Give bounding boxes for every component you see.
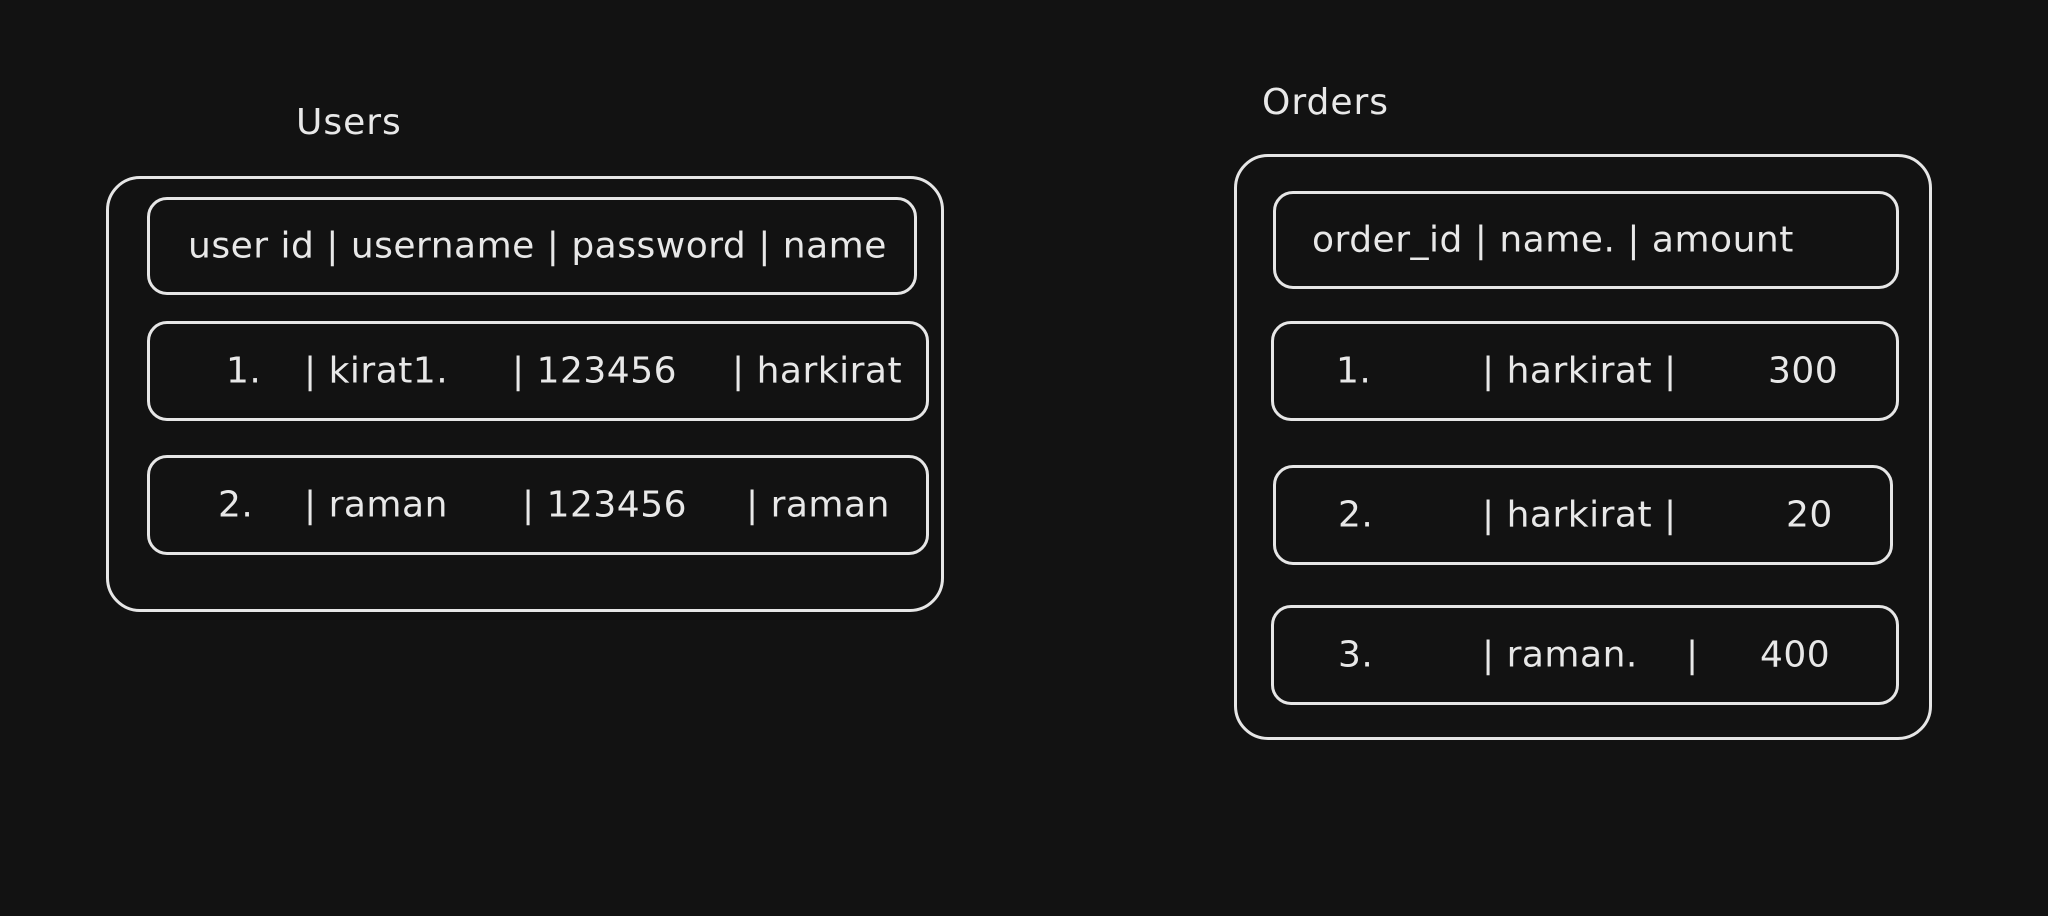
orders-header-text: order_id | name. | amount xyxy=(1312,219,1794,261)
users-row-1: 1. | kirat1. | 123456 | harkirat xyxy=(147,321,929,421)
orders-cell-amount: 20 xyxy=(1786,494,1833,536)
users-cell-password: | 123456 xyxy=(522,484,687,526)
users-cell-username: | kirat1. xyxy=(304,350,449,392)
users-cell-id: 2. xyxy=(218,484,254,526)
orders-cell-id: 2. xyxy=(1338,494,1374,536)
orders-cell-id: 1. xyxy=(1336,350,1372,392)
orders-cell-amount: 400 xyxy=(1760,634,1831,676)
users-table: user id | username | password | name 1. … xyxy=(106,176,944,612)
users-cell-username: | raman xyxy=(304,484,448,526)
orders-table: order_id | name. | amount 1. | harkirat … xyxy=(1234,154,1932,740)
users-header-row: user id | username | password | name xyxy=(147,197,917,295)
orders-cell-name: | harkirat | xyxy=(1482,494,1677,536)
orders-row-2: 2. | harkirat | 20 xyxy=(1273,465,1893,565)
orders-cell-name: | raman. xyxy=(1482,634,1638,676)
users-cell-id: 1. xyxy=(226,350,262,392)
orders-header-row: order_id | name. | amount xyxy=(1273,191,1899,289)
orders-row-1: 1. | harkirat | 300 xyxy=(1271,321,1899,421)
orders-cell-id: 3. xyxy=(1338,634,1374,676)
users-title: Users xyxy=(296,102,402,143)
orders-row-3: 3. | raman. | 400 xyxy=(1271,605,1899,705)
orders-title: Orders xyxy=(1262,82,1390,123)
users-cell-password: | 123456 xyxy=(512,350,677,392)
orders-cell-separator: | xyxy=(1686,634,1699,676)
orders-cell-amount: 300 xyxy=(1768,350,1839,392)
users-header-text: user id | username | password | name xyxy=(188,225,887,267)
users-cell-name: | harkirat xyxy=(732,350,903,392)
orders-cell-name: | harkirat | xyxy=(1482,350,1677,392)
users-cell-name: | raman xyxy=(746,484,890,526)
users-row-2: 2. | raman | 123456 | raman xyxy=(147,455,929,555)
